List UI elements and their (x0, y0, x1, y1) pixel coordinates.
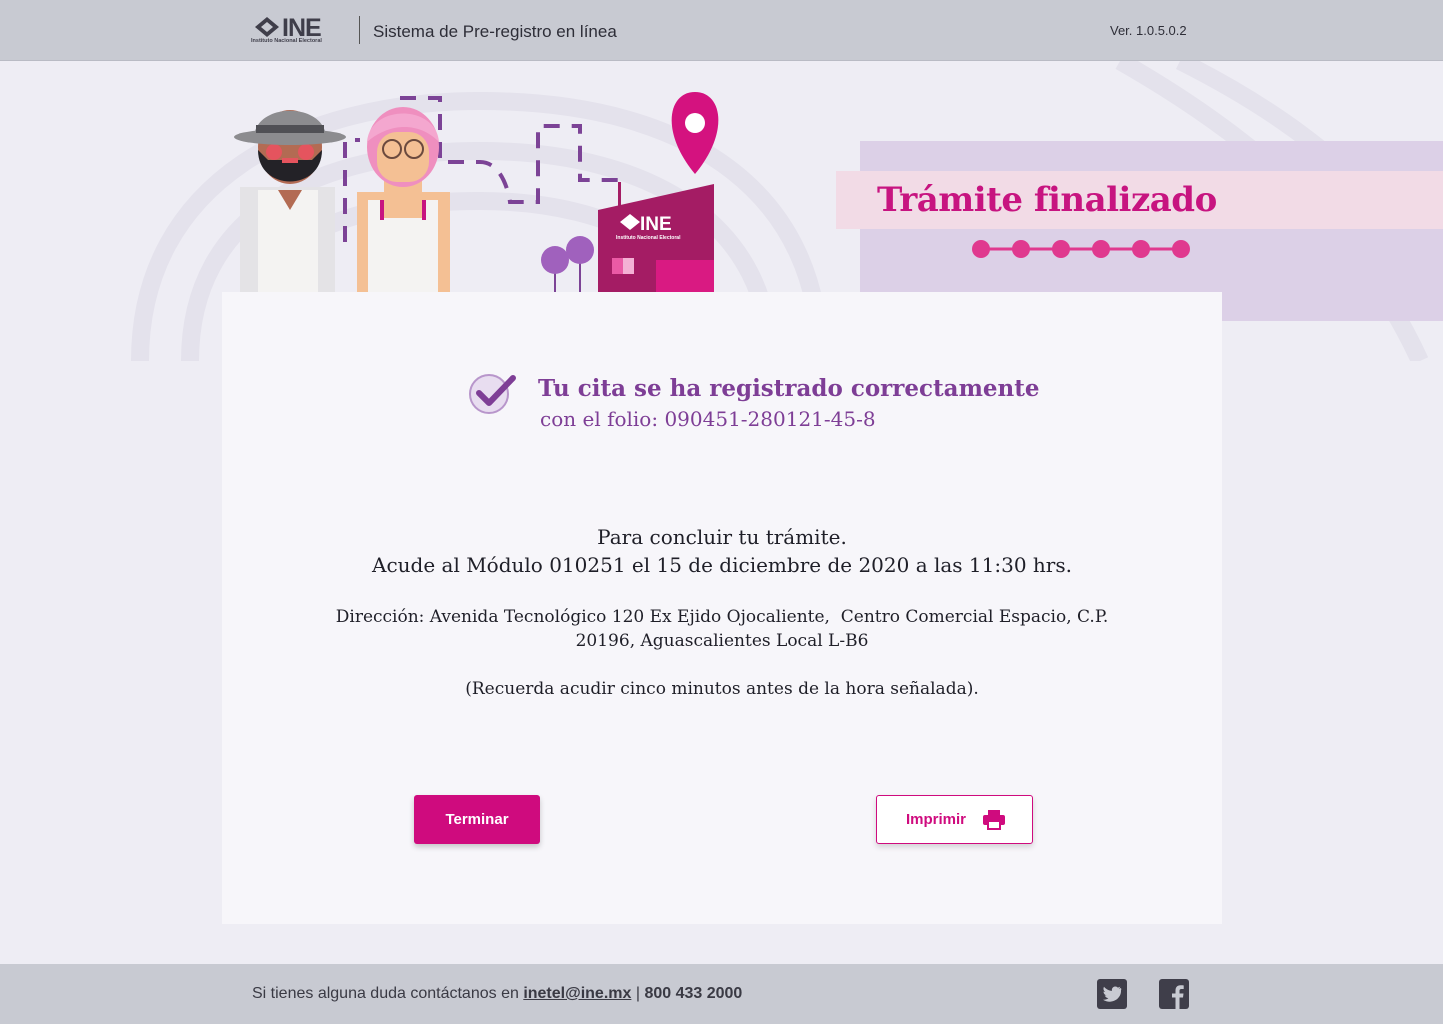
success-title: Tu cita se ha registrado correctamente (538, 375, 1040, 402)
building-logo-subtitle: Instituto Nacional Electoral (616, 235, 681, 241)
check-icon (469, 374, 516, 414)
instruction-line-1: Para concluir tu trámite. (597, 525, 847, 549)
reminder-text: (Recuerda acudir cinco minutos antes de … (465, 679, 979, 699)
print-button-label: Imprimir (906, 811, 967, 828)
footer-phone: 800 433 2000 (644, 985, 743, 1002)
header-divider (359, 16, 360, 44)
twitter-icon[interactable] (1097, 979, 1127, 1009)
footer-separator: | (631, 985, 645, 1002)
logo-subtitle: Instituto Nacional Electoral (251, 38, 322, 44)
print-button[interactable]: Imprimir (876, 795, 1033, 844)
footer-email-link[interactable]: inetel@ine.mx (523, 985, 631, 1002)
folio-text: con el folio: 090451-280121-45-8 (540, 407, 876, 431)
footer-contact: Si tienes alguna duda contáctanos en ine… (252, 985, 742, 1003)
status-title: Trámite finalizado (877, 180, 1217, 220)
building-logo-text: INE (640, 214, 672, 235)
address-line-1: Dirección: Avenida Tecnológico 120 Ex Ej… (335, 607, 1109, 627)
top-header: INE Instituto Nacional Electoral Sistema… (0, 0, 1443, 61)
footer: Si tienes alguna duda contáctanos en ine… (0, 964, 1443, 1024)
printer-icon (983, 810, 1005, 830)
app-title: Sistema de Pre-registro en línea (373, 22, 617, 41)
address-line-2: 20196, Aguascalientes Local L-B6 (575, 631, 869, 651)
progress-steps (972, 240, 1190, 258)
facebook-icon[interactable] (1159, 979, 1189, 1009)
finish-button[interactable]: Terminar (414, 795, 540, 844)
version-label: Ver. 1.0.5.0.2 (1110, 23, 1187, 38)
instruction-line-2: Acude al Módulo 010251 el 15 de diciembr… (372, 553, 1072, 577)
footer-contact-label: Si tienes alguna duda contáctanos en (252, 985, 524, 1002)
